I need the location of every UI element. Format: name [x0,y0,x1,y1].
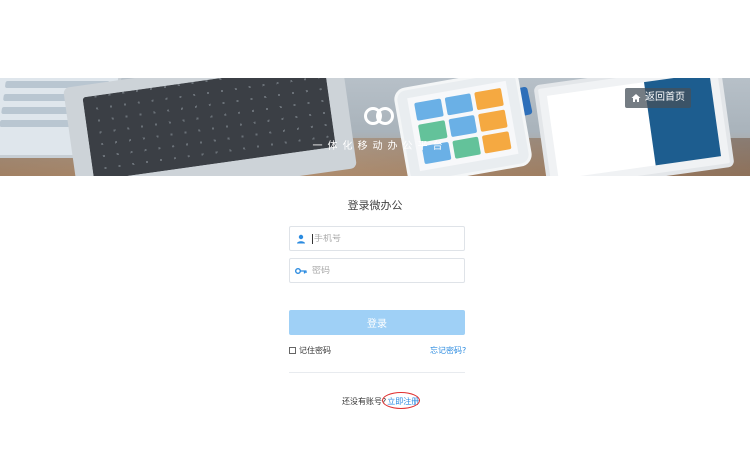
divider [289,372,465,373]
signup-prompt: 还没有账号? 立即注册 [342,396,419,407]
password-input[interactable] [312,265,452,276]
remember-checkbox[interactable] [289,347,296,354]
forgot-password-link[interactable]: 忘记密码? [430,345,466,356]
home-icon [631,94,641,102]
back-home-label: 返回首页 [645,92,685,103]
register-link[interactable]: 立即注册 [387,396,419,407]
login-button[interactable]: 登录 [289,310,465,335]
back-home-button[interactable]: 返回首页 [625,88,691,108]
banner-phone [392,78,534,176]
key-icon [290,259,312,282]
login-title: 登录微办公 [347,199,403,212]
oo-logo-icon [364,107,396,127]
no-account-text: 还没有账号? [342,397,387,406]
user-icon [290,227,312,250]
remember-password[interactable]: 记住密码 [289,345,331,356]
phone-field[interactable] [289,226,465,251]
banner-slogan: 一体化移动办公平台 [312,141,448,152]
remember-label: 记住密码 [299,346,331,355]
password-field[interactable] [289,258,465,283]
banner-keyboard [63,78,357,176]
text-cursor [312,233,313,244]
phone-input[interactable] [314,233,454,244]
